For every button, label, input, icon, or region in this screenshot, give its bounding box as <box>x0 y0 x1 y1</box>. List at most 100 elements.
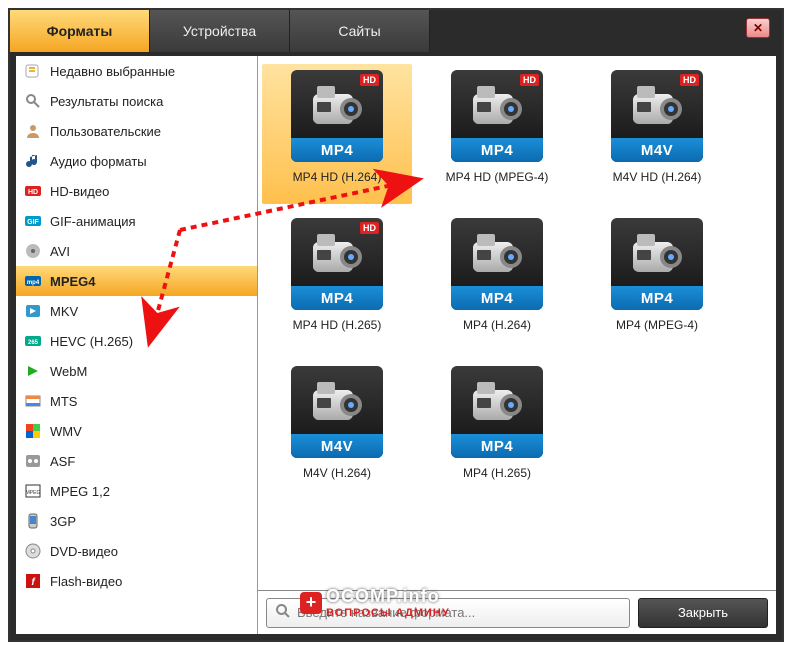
format-grid: HD MP4 MP4 HD (H.264) HD MP4 MP4 HD (MPE… <box>258 56 776 590</box>
search-icon <box>275 603 291 622</box>
close-icon: ✕ <box>753 21 763 35</box>
format-card[interactable]: MP4 MP4 (MPEG-4) <box>582 212 732 352</box>
sidebar-item-265[interactable]: 265HEVC (H.265) <box>16 326 257 356</box>
sidebar-item-3gp[interactable]: 3GP <box>16 506 257 536</box>
tab-sites[interactable]: Сайты <box>290 10 430 52</box>
sidebar-item-gif[interactable]: GIF GIF-анимация <box>16 206 257 236</box>
sidebar-item-label: MPEG 1,2 <box>50 484 110 499</box>
sidebar-item-dvd[interactable]: DVD-видео <box>16 536 257 566</box>
svg-text:MPEG: MPEG <box>26 490 41 496</box>
sidebar-item-label: MTS <box>50 394 77 409</box>
close-button[interactable]: Закрыть <box>638 598 768 628</box>
format-code: MP4 <box>291 286 383 310</box>
format-card[interactable]: HD M4V M4V HD (H.264) <box>582 64 732 204</box>
search-input[interactable]: Введите название формата... <box>266 598 630 628</box>
hd-badge: HD <box>360 222 379 234</box>
sidebar-item-label: Flash-видео <box>50 574 122 589</box>
dvd-icon <box>24 542 42 560</box>
asf-icon <box>24 452 42 470</box>
window-close-button[interactable]: ✕ <box>746 18 770 38</box>
sidebar-item-label: Аудио форматы <box>50 154 147 169</box>
mts-icon <box>24 392 42 410</box>
avi-icon <box>24 242 42 260</box>
recent-icon <box>24 62 42 80</box>
format-thumb: M4V <box>291 366 383 458</box>
format-thumb: HD MP4 <box>451 70 543 162</box>
camcorder-icon <box>465 376 529 437</box>
sidebar-item-avi[interactable]: AVI <box>16 236 257 266</box>
camcorder-icon <box>625 80 689 141</box>
gif-icon: GIF <box>24 212 42 230</box>
format-label: MP4 HD (H.265) <box>293 318 382 332</box>
svg-text:265: 265 <box>28 340 39 346</box>
format-card[interactable]: HD MP4 MP4 HD (H.264) <box>262 64 412 204</box>
265-icon: 265 <box>24 332 42 350</box>
hd-badge: HD <box>680 74 699 86</box>
sidebar-item-label: WebM <box>50 364 87 379</box>
format-label: MP4 HD (MPEG-4) <box>446 170 549 184</box>
format-thumb: HD M4V <box>611 70 703 162</box>
tab-formats[interactable]: Форматы <box>10 10 150 52</box>
camcorder-icon <box>305 376 369 437</box>
hd-badge: HD <box>360 74 379 86</box>
format-label: MP4 HD (H.264) <box>293 170 382 184</box>
format-card[interactable]: MP4 MP4 (H.264) <box>422 212 572 352</box>
svg-text:HD: HD <box>28 189 38 196</box>
format-thumb: MP4 <box>451 218 543 310</box>
sidebar-item-label: 3GP <box>50 514 76 529</box>
sidebar-item-label: MKV <box>50 304 78 319</box>
bottom-bar: Введите название формата... Закрыть <box>258 590 776 634</box>
sidebar-item-user[interactable]: Пользовательские <box>16 116 257 146</box>
sidebar-item-mkv[interactable]: MKV <box>16 296 257 326</box>
sidebar-item-flash[interactable]: fFlash-видео <box>16 566 257 596</box>
tab-devices[interactable]: Устройства <box>150 10 290 52</box>
mkv-icon <box>24 302 42 320</box>
camcorder-icon <box>465 228 529 289</box>
format-code: MP4 <box>451 138 543 162</box>
sidebar-item-audio[interactable]: Аудио форматы <box>16 146 257 176</box>
content-pane: HD MP4 MP4 HD (H.264) HD MP4 MP4 HD (MPE… <box>258 56 776 634</box>
format-code: MP4 <box>611 286 703 310</box>
hd-badge: HD <box>520 74 539 86</box>
dialog-frame: Форматы Устройства Сайты ✕ Недавно выбра… <box>8 8 784 642</box>
sidebar-item-asf[interactable]: ASF <box>16 446 257 476</box>
sidebar-item-hd[interactable]: HD HD-видео <box>16 176 257 206</box>
format-card[interactable]: MP4 MP4 (H.265) <box>422 360 572 500</box>
sidebar-item-recent[interactable]: Недавно выбранные <box>16 56 257 86</box>
format-label: MP4 (H.265) <box>463 466 531 480</box>
format-label: M4V (H.264) <box>303 466 371 480</box>
format-code: M4V <box>291 434 383 458</box>
format-thumb: MP4 <box>451 366 543 458</box>
format-card[interactable]: HD MP4 MP4 HD (H.265) <box>262 212 412 352</box>
wmv-icon <box>24 422 42 440</box>
format-thumb: HD MP4 <box>291 218 383 310</box>
sidebar-item-mpeg[interactable]: MPEG MPEG 1,2 <box>16 476 257 506</box>
sidebar-item-label: HD-видео <box>50 184 109 199</box>
dialog-body: Недавно выбранные Результаты поиска Пользо… <box>16 56 776 634</box>
format-card[interactable]: M4V M4V (H.264) <box>262 360 412 500</box>
webm-icon <box>24 362 42 380</box>
mpeg-icon: MPEG <box>24 482 42 500</box>
sidebar-item-mts[interactable]: MTS <box>16 386 257 416</box>
format-thumb: HD MP4 <box>291 70 383 162</box>
sidebar-item-mp4[interactable]: mp4 MPEG4 <box>16 266 257 296</box>
format-card[interactable]: HD MP4 MP4 HD (MPEG-4) <box>422 64 572 204</box>
sidebar-item-label: MPEG4 <box>50 274 96 289</box>
search-placeholder: Введите название формата... <box>297 605 475 620</box>
camcorder-icon <box>305 228 369 289</box>
sidebar-item-search[interactable]: Результаты поиска <box>16 86 257 116</box>
svg-text:GIF: GIF <box>27 219 39 226</box>
sidebar-item-label: Недавно выбранные <box>50 64 175 79</box>
sidebar-item-label: GIF-анимация <box>50 214 136 229</box>
sidebar-item-label: AVI <box>50 244 70 259</box>
audio-icon <box>24 152 42 170</box>
sidebar-item-wmv[interactable]: WMV <box>16 416 257 446</box>
hd-icon: HD <box>24 182 42 200</box>
svg-text:mp4: mp4 <box>27 280 40 286</box>
sidebar-item-webm[interactable]: WebM <box>16 356 257 386</box>
sidebar-item-label: WMV <box>50 424 82 439</box>
3gp-icon <box>24 512 42 530</box>
format-label: M4V HD (H.264) <box>613 170 702 184</box>
sidebar-item-label: Пользовательские <box>50 124 161 139</box>
format-code: M4V <box>611 138 703 162</box>
